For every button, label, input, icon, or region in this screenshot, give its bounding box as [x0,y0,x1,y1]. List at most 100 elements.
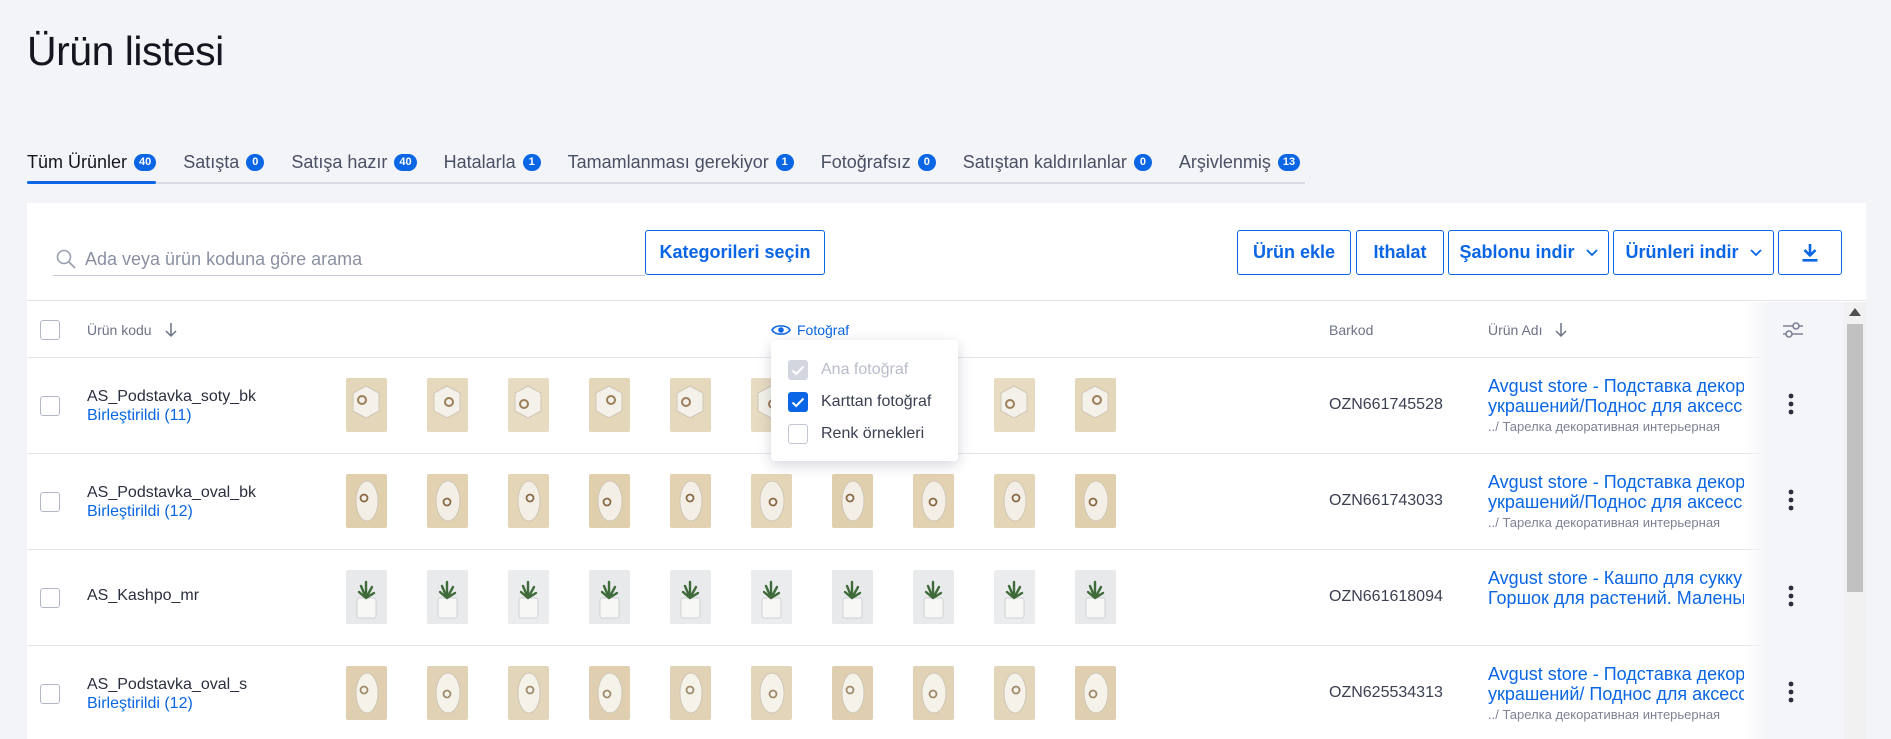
photo-thumbnails [346,378,1156,432]
download-products-label: Ürünleri indir [1625,242,1739,262]
tab-archived[interactable]: Arşivlenmiş 13 [1179,142,1301,182]
table-row[interactable]: AS_Kashpo_mr OZN661618094 Avgust store - [27,550,1844,646]
status-tabs: Tüm Ürünler 40 Satışta 0 Satışa hazır 40 Ha… [27,142,1305,184]
product-photo-thumbnail[interactable] [427,666,468,720]
table-row[interactable]: AS_Podstavka_oval_s Birleştirildi (12) OZ… [27,646,1844,739]
tab-without-photo[interactable]: Fotoğrafsız 0 [821,142,936,182]
row-checkbox[interactable] [40,684,60,704]
product-photo-thumbnail[interactable] [1075,378,1116,432]
product-name-link-line2[interactable]: украшений/Поднос для аксесс [1488,492,1744,512]
product-photo-thumbnail[interactable] [1075,666,1116,720]
column-header-barcode: Barkod [1329,322,1374,338]
option-label: Karttan fotoğraf [821,393,932,410]
merged-link[interactable]: Birleştirildi (12) [87,695,247,713]
row-checkbox[interactable] [40,492,60,512]
product-name-link[interactable]: Avgust store - Кашпо для сукку [1488,568,1744,588]
column-header-code[interactable]: Ürün kodu [87,322,178,338]
tab-ready-for-sale[interactable]: Satışa hazır 40 [291,142,417,182]
product-photo-thumbnail[interactable] [994,378,1035,432]
product-photo-thumbnail[interactable] [427,570,468,624]
more-actions-icon[interactable] [1787,392,1795,416]
checkbox-checked-disabled [788,360,808,380]
product-photo-thumbnail[interactable] [670,378,711,432]
product-name-link[interactable]: Avgust store - Подставка декор [1488,472,1744,492]
more-actions-icon[interactable] [1787,584,1795,608]
product-photo-thumbnail[interactable] [589,378,630,432]
product-photo-thumbnail[interactable] [589,474,630,528]
product-photo-thumbnail[interactable] [670,570,711,624]
select-all-checkbox[interactable] [40,320,60,340]
product-photo-thumbnail[interactable] [589,666,630,720]
scrollbar-thumb[interactable] [1847,324,1863,592]
product-name-link-line2[interactable]: украшений/Поднос для аксесс [1488,396,1744,416]
product-name-link[interactable]: Avgust store - Подставка декор [1488,664,1744,684]
product-photo-thumbnail[interactable] [994,474,1035,528]
product-photo-thumbnail[interactable] [670,474,711,528]
column-header-name[interactable]: Ürün Adı [1488,322,1568,338]
scroll-up-arrow-icon[interactable] [1849,308,1861,316]
product-photo-thumbnail[interactable] [751,666,792,720]
tab-removed-from-sale[interactable]: Satıştan kaldırılanlar 0 [963,142,1152,182]
product-photo-thumbnail[interactable] [751,474,792,528]
import-button[interactable]: Ithalat [1356,230,1444,275]
option-color-samples[interactable]: Renk örnekleri [771,418,958,450]
product-photo-thumbnail[interactable] [346,378,387,432]
product-photo-thumbnail[interactable] [346,666,387,720]
checkbox-unchecked[interactable] [788,424,808,444]
product-photo-thumbnail[interactable] [508,666,549,720]
product-photo-thumbnail[interactable] [670,666,711,720]
product-photo-thumbnail[interactable] [832,474,873,528]
download-button[interactable] [1778,230,1842,275]
product-photo-thumbnail[interactable] [346,570,387,624]
tab-needs-completion[interactable]: Tamamlanması gerekiyor 1 [568,142,794,182]
row-checkbox[interactable] [40,396,60,416]
tab-label: Satışta [183,151,240,172]
product-photo-thumbnail[interactable] [508,570,549,624]
product-photo-thumbnail[interactable] [994,570,1035,624]
merged-link[interactable]: Birleştirildi (12) [87,503,256,521]
table-row[interactable]: AS_Podstavka_oval_bk Birleştirildi (12) O… [27,454,1844,550]
column-name-label: Ürün Adı [1488,322,1543,338]
product-photo-thumbnail[interactable] [1075,570,1116,624]
download-products-button[interactable]: Ürünleri indir [1613,230,1774,275]
product-code-cell: AS_Podstavka_oval_bk Birleştirildi (12) [87,484,256,521]
tab-count-badge: 0 [246,153,265,171]
product-photo-thumbnail[interactable] [346,474,387,528]
product-photo-thumbnail[interactable] [508,474,549,528]
tab-all-products[interactable]: Tüm Ürünler 40 [27,142,157,184]
product-photo-thumbnail[interactable] [508,378,549,432]
merged-link[interactable]: Birleştirildi (11) [87,407,256,425]
product-photo-thumbnail[interactable] [994,666,1035,720]
tab-count-badge: 1 [522,153,541,171]
product-photo-thumbnail[interactable] [589,570,630,624]
product-photo-thumbnail[interactable] [751,570,792,624]
download-template-button[interactable]: Şablonu indir [1448,230,1609,275]
product-photo-thumbnail[interactable] [913,570,954,624]
row-checkbox[interactable] [40,588,60,608]
add-product-button[interactable]: Ürün ekle [1237,230,1351,275]
product-photo-thumbnail[interactable] [832,666,873,720]
option-card-photo[interactable]: Karttan fotoğraf [771,386,958,418]
product-name-link-line2[interactable]: Горшок для растений. Маленьк [1488,588,1744,608]
more-actions-icon[interactable] [1787,488,1795,512]
column-header-photo[interactable]: Fotoğraf [771,322,849,338]
product-photo-thumbnail[interactable] [913,474,954,528]
search-input[interactable] [85,248,625,270]
product-code: AS_Kashpo_mr [87,587,200,604]
vertical-scrollbar[interactable] [1844,302,1866,739]
product-photo-thumbnail[interactable] [427,378,468,432]
select-categories-button[interactable]: Kategorileri seçin [645,230,825,275]
product-name-link-line2[interactable]: украшений/ Поднос для аксесс [1488,684,1744,704]
product-photo-thumbnail[interactable] [427,474,468,528]
tab-count-badge: 1 [775,153,794,171]
product-photo-thumbnail[interactable] [913,666,954,720]
column-settings-icon[interactable] [1780,317,1806,343]
tab-with-errors[interactable]: Hatalarla 1 [444,142,541,182]
checkbox-checked[interactable] [788,392,808,412]
tab-on-sale[interactable]: Satışta 0 [183,142,265,182]
product-photo-thumbnail[interactable] [832,570,873,624]
more-actions-icon[interactable] [1787,680,1795,704]
product-photo-thumbnail[interactable] [1075,474,1116,528]
photo-type-dropdown: Ana fotoğraf Karttan fotoğraf Renk örnek… [771,340,958,461]
product-name-link[interactable]: Avgust store - Подставка декор [1488,376,1744,396]
